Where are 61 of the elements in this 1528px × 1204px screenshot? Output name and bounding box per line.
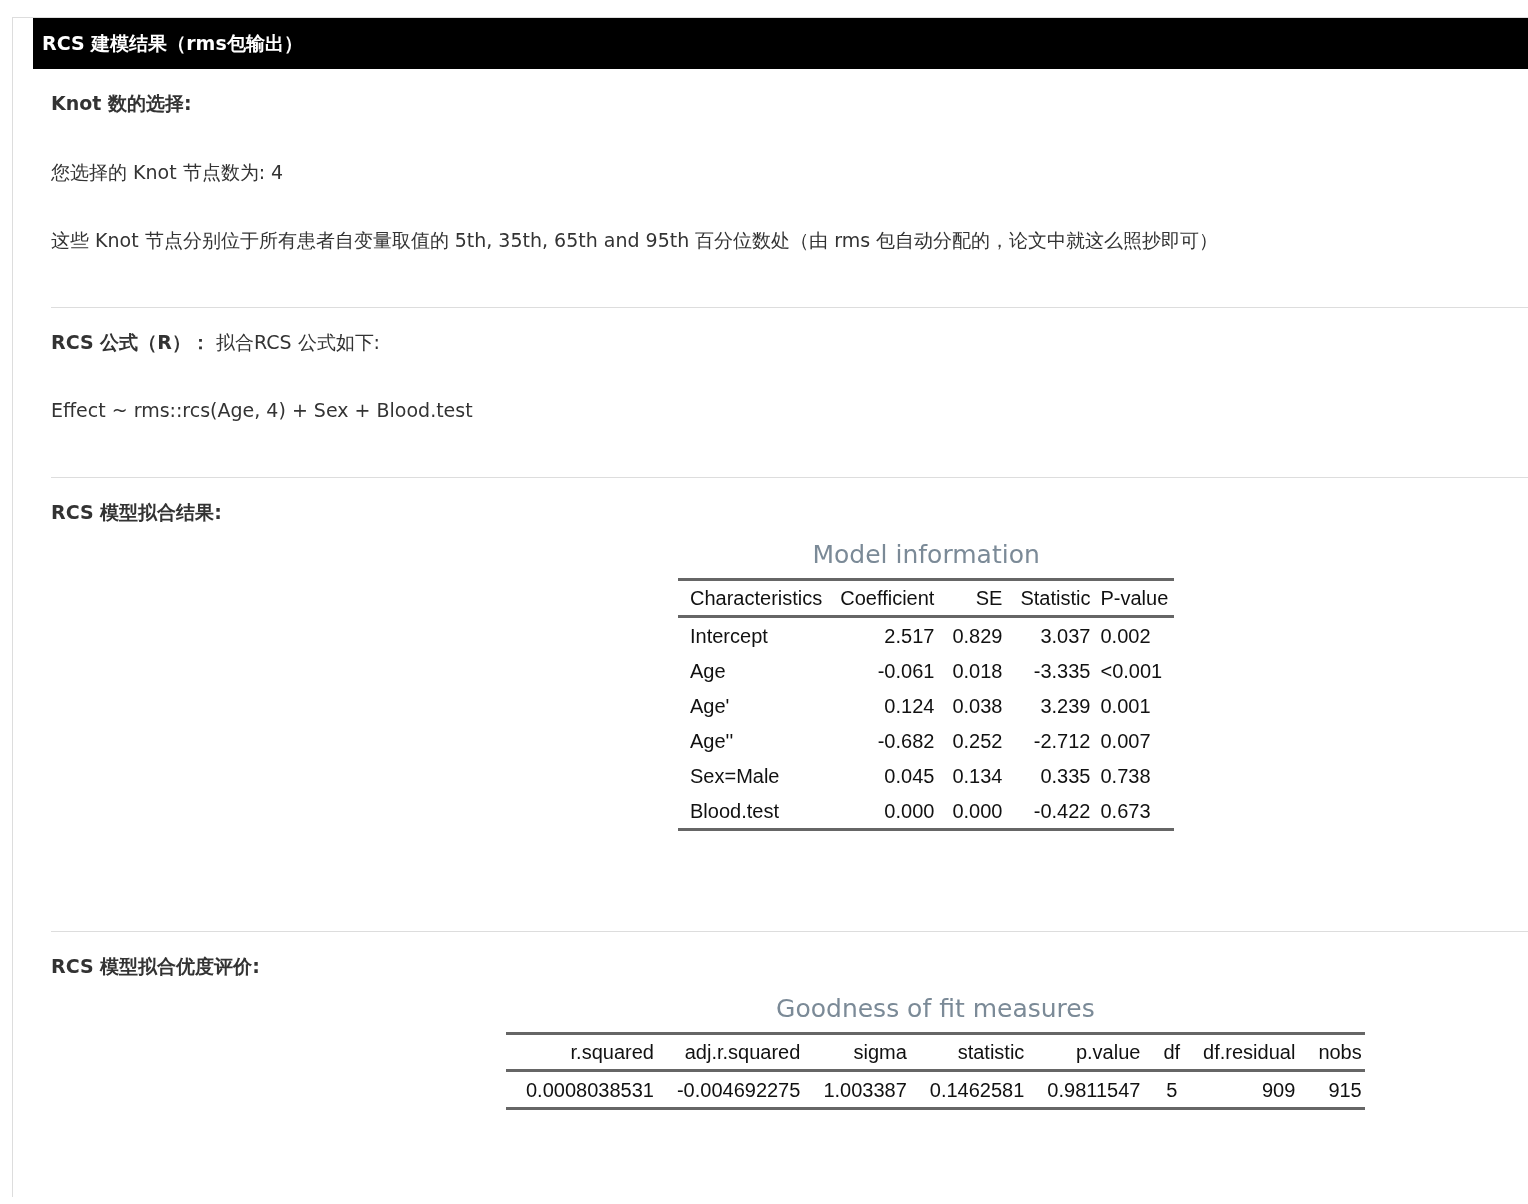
column-header: Characteristics [678, 579, 829, 616]
table-cell: 0.000 [940, 792, 1009, 829]
column-header: P-value [1096, 579, 1175, 616]
table-cell-text: 0.738 [1099, 763, 1152, 789]
table-cell-text: 3.239 [1039, 693, 1092, 719]
table-cell: 0.1462581 [909, 1070, 1028, 1108]
column-header: Coefficient [828, 579, 941, 616]
table-cell-text: 0.252 [951, 728, 1004, 754]
column-header: r.squared [506, 1033, 657, 1070]
table-cell-text: Age'' [689, 728, 735, 754]
table-cell: 0.000 [828, 792, 941, 829]
section-heading: RCS 公式（R）： 拟合RCS 公式如下: [51, 329, 381, 355]
section-heading: RCS 模型拟合优度评价: [51, 953, 261, 979]
table-cell-text: 0.045 [883, 763, 936, 789]
table-cell: 0.0008038531 [506, 1070, 657, 1108]
table-cell-text: -3.335 [1032, 658, 1092, 684]
table-cell: 3.037 [1008, 616, 1097, 653]
table-cell: 2.517 [828, 616, 941, 653]
table-cell-text: -0.061 [876, 658, 936, 684]
column-header: p.value [1027, 1033, 1144, 1070]
table-cell-text: 0.335 [1039, 763, 1092, 789]
column-header: df.residual [1183, 1033, 1299, 1070]
table-cell: 1.003387 [803, 1070, 910, 1108]
table-cell-text: 0.007 [1099, 728, 1152, 754]
column-header: nobs [1298, 1033, 1365, 1070]
column-header: df [1143, 1033, 1184, 1070]
table-cell-text: <0.001 [1099, 658, 1164, 684]
table-cell: Intercept [678, 616, 829, 653]
table-caption: Goodness of fit measures [775, 993, 1096, 1025]
table-cell-text: 0.001 [1099, 693, 1152, 719]
column-header: statistic [909, 1033, 1028, 1070]
table-cell-text: 0.018 [951, 658, 1004, 684]
table-cell-text: 0.038 [951, 693, 1004, 719]
table-cell: 0.829 [940, 616, 1009, 653]
section-title-bar: RCS 建模结果（rms包输出） [33, 18, 1528, 69]
table-cell-text: Age [689, 658, 727, 684]
table-cell-text: 0.134 [951, 763, 1004, 789]
paragraph-text: 您选择的 Knot 节点数为: 4 [51, 159, 285, 185]
table-cell: 5 [1143, 1070, 1184, 1108]
table-cell: Blood.test [678, 792, 829, 829]
table-cell-text: Age' [689, 693, 731, 719]
table-cell: -0.004692275 [656, 1070, 804, 1108]
formula-text: Effect ~ rms::rcs(Age, 4) + Sex + Blood.test [51, 398, 474, 423]
section-heading: RCS 模型拟合结果: [51, 499, 223, 525]
table-cell: 0.9811547 [1027, 1070, 1144, 1108]
column-header: SE [940, 579, 1009, 616]
table-cell-text: 0.124 [883, 693, 936, 719]
table-cell: 0.673 [1096, 792, 1175, 829]
table-cell-text: Sex=Male [689, 763, 781, 789]
column-header: Statistic [1008, 579, 1097, 616]
column-header: sigma [803, 1033, 910, 1070]
table-cell: -0.422 [1008, 792, 1097, 829]
table-cell: 909 [1183, 1070, 1299, 1108]
table-cell-text: -2.712 [1032, 728, 1092, 754]
paragraph-text: 这些 Knot 节点分别位于所有患者自变量取值的 5th, 35th, 65th and 95th 百分位数处（由 rms 包自动分配的，论文中就这么照抄即可） [51, 228, 1220, 253]
column-header: adj.r.squared [656, 1033, 804, 1070]
table-cell: 915 [1298, 1070, 1365, 1108]
table-cell-text: -0.682 [876, 728, 936, 754]
table-cell: 0.002 [1096, 616, 1175, 653]
section-heading: Knot 数的选择: [51, 91, 193, 116]
table-caption: Model information [811, 539, 1041, 571]
